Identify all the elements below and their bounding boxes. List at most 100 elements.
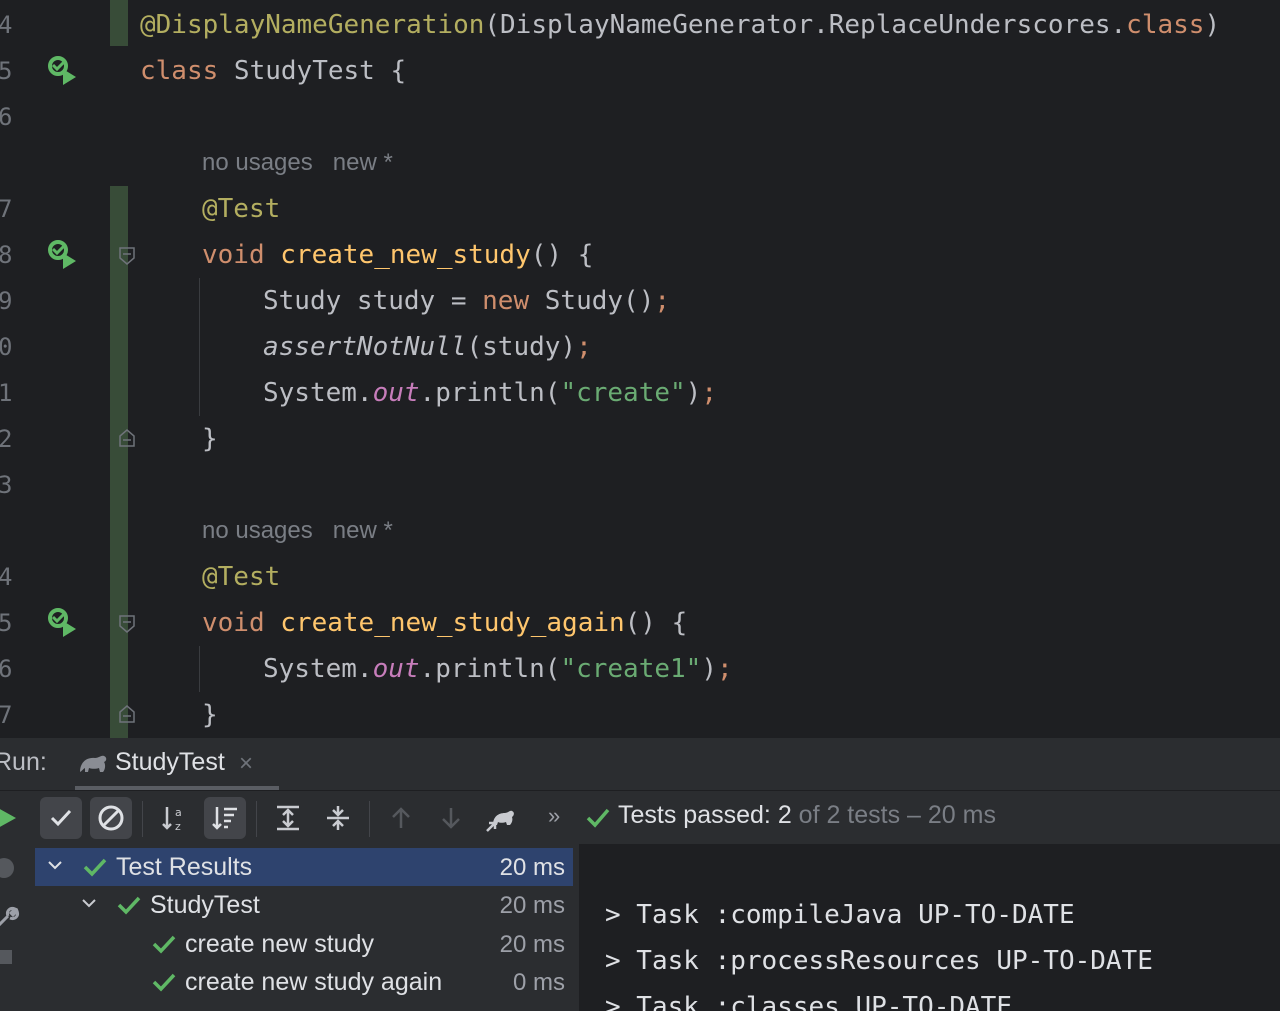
close-icon[interactable]: × bbox=[239, 750, 253, 778]
code-text: } bbox=[202, 424, 218, 454]
passed-count: 2 bbox=[777, 801, 792, 829]
author-hint[interactable]: new * bbox=[333, 149, 393, 176]
tree-node-class[interactable]: StudyTest 20 ms bbox=[35, 886, 573, 924]
check-icon bbox=[152, 935, 176, 954]
string-literal: "create" bbox=[560, 378, 686, 408]
toolbar-separator bbox=[256, 801, 257, 837]
fold-icon[interactable] bbox=[118, 246, 136, 266]
line-number: 2 bbox=[0, 425, 13, 453]
code-text: ) bbox=[685, 378, 702, 408]
code-text: (study) bbox=[466, 332, 577, 362]
more-actions-icon[interactable]: » bbox=[548, 803, 560, 829]
toolbar-separator bbox=[369, 801, 370, 837]
next-failed-test-button[interactable] bbox=[430, 797, 472, 839]
code-editor[interactable]: 4 5 6 7 8 9 0 1 2 3 4 5 6 7 @DisplayName… bbox=[0, 0, 1280, 738]
gradle-icon bbox=[80, 755, 107, 772]
code-text: ) bbox=[701, 654, 717, 684]
vcs-change-marker[interactable] bbox=[110, 0, 128, 46]
keyword: void bbox=[202, 240, 265, 270]
usages-hint[interactable]: no usages bbox=[202, 517, 313, 544]
tree-node-test[interactable]: create new study 20 ms bbox=[35, 925, 573, 963]
tree-duration: 20 ms bbox=[499, 854, 565, 881]
console-output[interactable]: > Task :compileJava UP-TO-DATE > Task :p… bbox=[579, 844, 1280, 1011]
expand-all-button[interactable] bbox=[267, 797, 309, 839]
wrench-icon[interactable] bbox=[0, 906, 20, 930]
svg-text:z: z bbox=[175, 820, 181, 833]
string-literal: "create1" bbox=[560, 654, 702, 684]
toolbar-separator bbox=[142, 801, 143, 837]
sort-by-duration-button[interactable] bbox=[204, 797, 246, 839]
semicolon: ; bbox=[701, 378, 717, 408]
status-prefix: Tests passed: bbox=[618, 801, 778, 829]
code-line: } bbox=[202, 416, 218, 462]
vcs-change-marker[interactable] bbox=[110, 186, 128, 738]
stop-icon[interactable] bbox=[0, 950, 12, 964]
class-name: StudyTest { bbox=[218, 56, 407, 86]
chevron-down-icon[interactable] bbox=[81, 895, 97, 911]
sort-alphabetically-button[interactable]: az bbox=[154, 797, 196, 839]
test-status: Tests passed: 2 of 2 tests – 20 ms bbox=[618, 801, 996, 830]
code-line: @Test bbox=[202, 186, 280, 232]
code-text: } bbox=[202, 700, 218, 730]
tree-duration: 20 ms bbox=[499, 892, 565, 919]
run-test-icon[interactable] bbox=[46, 54, 78, 86]
rerun-failed-icon[interactable] bbox=[0, 856, 20, 880]
run-test-icon[interactable] bbox=[46, 606, 78, 638]
line-number: 8 bbox=[0, 241, 13, 269]
test-results-tree: Test Results 20 ms StudyTest 20 ms creat… bbox=[35, 846, 573, 1011]
author-hint[interactable]: new * bbox=[333, 517, 393, 544]
tab-studytest[interactable]: StudyTest × bbox=[75, 738, 279, 790]
check-icon bbox=[83, 858, 107, 877]
annotation: @DisplayNameGeneration bbox=[140, 10, 485, 40]
import-tests-button[interactable] bbox=[480, 797, 522, 839]
method-name: create_new_study bbox=[280, 240, 531, 270]
tree-node-test[interactable]: create new study again 0 ms bbox=[35, 963, 573, 1001]
check-icon bbox=[152, 973, 176, 992]
console-line: > Task :processResources UP-TO-DATE bbox=[605, 946, 1153, 976]
field: out bbox=[372, 378, 420, 408]
code-text: () { bbox=[624, 608, 688, 638]
chevron-down-icon[interactable] bbox=[47, 857, 63, 873]
code-line: @Test bbox=[202, 554, 280, 600]
show-ignored-button[interactable] bbox=[90, 797, 132, 839]
code-text: ) bbox=[1204, 10, 1221, 40]
code-line: assertNotNull(study); bbox=[263, 324, 592, 370]
method-name: create_new_study_again bbox=[280, 608, 625, 638]
code-text: System. bbox=[263, 654, 373, 684]
tree-duration: 0 ms bbox=[512, 969, 565, 996]
import-icon bbox=[486, 810, 514, 832]
check-icon bbox=[117, 896, 141, 915]
code-line: void create_new_study() { bbox=[202, 232, 593, 278]
tree-label: create new study again bbox=[185, 968, 443, 996]
inlay-hint[interactable]: no usages new * bbox=[202, 140, 393, 186]
test-toolbar: az » Tests passed: 2 of 2 tests – 20 ms bbox=[0, 790, 1280, 845]
run-test-icon[interactable] bbox=[46, 238, 78, 270]
inlay-hint[interactable]: no usages new * bbox=[202, 508, 393, 554]
annotation: @Test bbox=[202, 194, 281, 224]
status-suffix: of 2 tests – 20 ms bbox=[791, 801, 996, 829]
svg-text:a: a bbox=[175, 806, 182, 819]
fold-icon[interactable] bbox=[118, 704, 136, 724]
code-line: void create_new_study_again() { bbox=[202, 600, 687, 646]
field: out bbox=[372, 654, 420, 684]
tree-duration: 20 ms bbox=[499, 931, 565, 958]
fold-icon[interactable] bbox=[118, 614, 136, 634]
console-line: > Task :compileJava UP-TO-DATE bbox=[605, 900, 1075, 930]
check-icon bbox=[50, 809, 72, 827]
code-text: System. bbox=[263, 378, 373, 408]
tab-label: StudyTest bbox=[115, 748, 225, 776]
collapse-all-button[interactable] bbox=[317, 797, 359, 839]
show-passed-button[interactable] bbox=[40, 797, 82, 839]
tree-label: StudyTest bbox=[150, 891, 260, 919]
tree-node-test-results[interactable]: Test Results 20 ms bbox=[35, 848, 573, 886]
line-number: 4 bbox=[0, 11, 13, 39]
usages-hint[interactable]: no usages bbox=[202, 149, 313, 176]
code-text: (DisplayNameGenerator.ReplaceUnderscores… bbox=[484, 10, 1127, 40]
fold-icon[interactable] bbox=[118, 428, 136, 448]
semicolon: ; bbox=[716, 654, 733, 684]
code-line: } bbox=[202, 692, 218, 738]
sort-alpha-icon: az bbox=[162, 806, 182, 833]
previous-failed-test-button[interactable] bbox=[380, 797, 422, 839]
line-number: 0 bbox=[0, 333, 13, 361]
keyword: class bbox=[1126, 10, 1205, 40]
